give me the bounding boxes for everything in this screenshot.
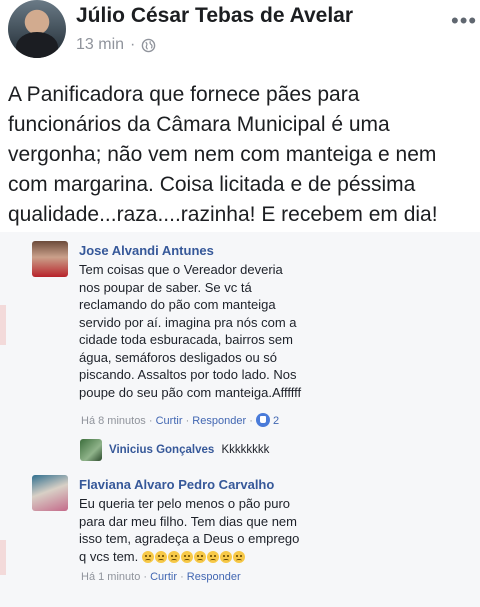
comment-line: Tem coisas que o Vereador deveria — [79, 262, 283, 277]
comment-line: piscando. Assaltos por todo lado. Nos — [79, 367, 297, 382]
reply-author[interactable]: Vinicius Gonçalves — [109, 444, 214, 456]
comment-line-text: q vcs tem. — [79, 548, 139, 564]
comment-line: para dar meu filho. Tem dias que nem — [79, 513, 297, 529]
comment-avatar[interactable] — [32, 475, 68, 511]
comment-actions: Há 8 minutos · Curtir · Responder · 2 — [81, 413, 279, 428]
comment-line: poupe do seu pão com manteiga.Affffff — [79, 384, 302, 400]
crying-emoji-icon — [180, 551, 193, 564]
comment-line: nos poupar de saber. Se vc tá — [79, 279, 252, 295]
comment-line: cidade toda esburacada, bairros sem — [79, 332, 293, 347]
separator-dot: · — [249, 414, 253, 427]
comment-line: reclamando do pão com manteiga — [79, 297, 276, 312]
post-meta: 13 min · — [76, 36, 156, 54]
left-edge-mark — [0, 540, 6, 575]
like-link[interactable]: Curtir — [156, 415, 183, 427]
comment-avatar[interactable] — [32, 241, 68, 277]
comment-text: Tem coisas que o Vereador deveria nos po… — [79, 261, 301, 401]
crying-emoji-icon — [141, 551, 154, 564]
comment-line: isso tem, agradeça a Deus o emprego — [79, 531, 300, 546]
reply-link[interactable]: Responder — [192, 415, 246, 427]
crying-emoji-icon — [219, 551, 232, 564]
comment-line: servido por aí. imagina pra nós com a — [79, 314, 297, 330]
left-edge-mark — [0, 305, 6, 345]
post-text: A Panificadora que fornece pães para fun… — [8, 83, 438, 226]
reply-avatar[interactable] — [80, 439, 102, 461]
crying-emoji-icon — [232, 551, 245, 564]
reaction-count[interactable]: 2 — [273, 415, 279, 427]
separator-dot: · — [148, 414, 153, 427]
comment-author[interactable]: Jose Alvandi Antunes — [79, 243, 214, 258]
comment-text: Eu queria ter pelo menos o pão puro para… — [79, 495, 299, 565]
reply-row: Vinicius Gonçalves Kkkkkkkk — [109, 444, 269, 456]
separator-dot: · — [180, 571, 184, 583]
more-options-icon[interactable]: ••• — [451, 8, 477, 34]
meta-separator: · — [130, 36, 136, 53]
crying-emoji-icon — [206, 551, 219, 564]
separator-dot: · — [185, 414, 190, 427]
comment-line: Eu queria ter pelo menos o pão puro — [79, 496, 291, 511]
like-reaction-icon[interactable] — [255, 413, 270, 427]
comment-author[interactable]: Flaviana Alvaro Pedro Carvalho — [79, 477, 274, 492]
post-time[interactable]: 13 min — [76, 36, 124, 54]
comment-actions: Há 1 minuto · Curtir · Responder — [81, 571, 241, 583]
post-author-name[interactable]: Júlio César Tebas de Avelar — [76, 4, 353, 28]
comment-time[interactable]: Há 8 minutos — [81, 415, 146, 427]
comment-time[interactable]: Há 1 minuto — [81, 571, 140, 583]
separator-dot: · — [143, 571, 148, 583]
crying-emoji-icon — [193, 551, 206, 564]
comment-line: água, semáforos desligados ou só — [79, 349, 278, 365]
globe-icon — [142, 38, 156, 52]
crying-emoji-icon — [167, 551, 180, 564]
author-avatar[interactable] — [8, 0, 66, 58]
comment-line: q vcs tem. — [79, 548, 299, 566]
reply-text: Kkkkkkkk — [221, 444, 270, 456]
like-link[interactable]: Curtir — [150, 571, 177, 583]
reply-link[interactable]: Responder — [187, 571, 241, 583]
crying-emoji-icon — [154, 551, 167, 564]
